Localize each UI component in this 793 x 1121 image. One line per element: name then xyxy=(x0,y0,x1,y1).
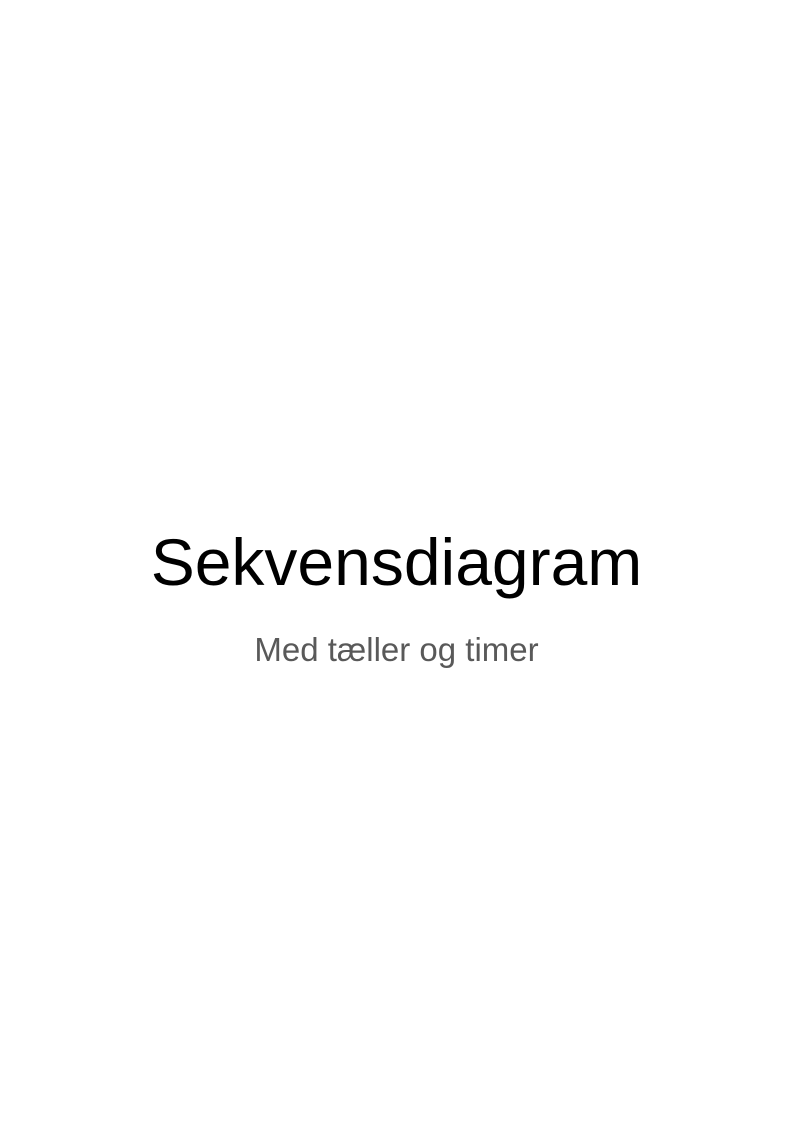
slide-subtitle: Med tæller og timer xyxy=(254,631,539,668)
slide-title: Sekvensdiagram xyxy=(150,525,643,599)
title-slide: Sekvensdiagram Med tæller og timer xyxy=(0,0,793,1121)
